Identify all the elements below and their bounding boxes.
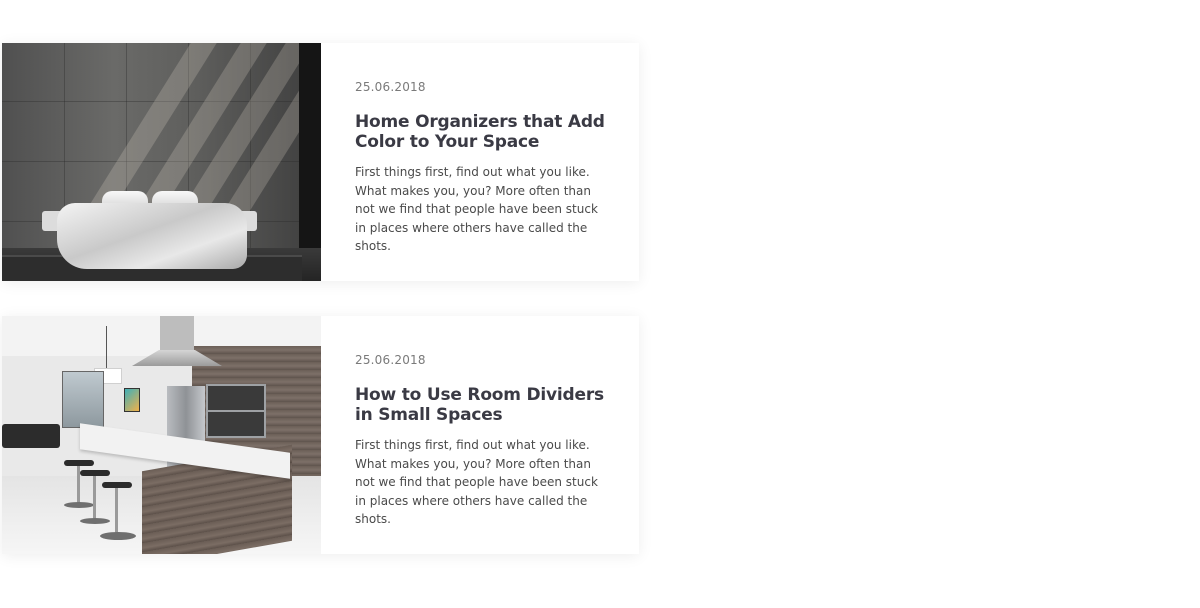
image-hood-pipe — [160, 316, 194, 352]
image-oven — [206, 410, 266, 438]
image-painting — [124, 388, 140, 412]
image-detail — [299, 43, 321, 258]
blog-post-card[interactable]: 25.06.2018 Home Organizers that Add Colo… — [2, 43, 639, 281]
image-window — [62, 371, 104, 428]
image-detail — [93, 476, 96, 520]
image-sofa — [2, 424, 60, 448]
image-detail — [80, 518, 110, 524]
image-detail — [64, 502, 94, 508]
post-excerpt: First things first, find out what you li… — [355, 438, 598, 526]
image-duvet — [57, 203, 247, 269]
image-detail — [115, 488, 118, 534]
post-body: 25.06.2018 Home Organizers that Add Colo… — [321, 43, 615, 281]
post-excerpt: First things first, find out what you li… — [355, 165, 598, 253]
image-detail — [100, 532, 136, 540]
post-title[interactable]: How to Use Room Dividers in Small Spaces — [355, 385, 615, 425]
post-body: 25.06.2018 How to Use Room Dividers in S… — [321, 316, 615, 554]
image-detail — [106, 326, 107, 368]
post-date: 25.06.2018 — [355, 80, 426, 94]
image-oven — [206, 384, 266, 412]
post-image-bedroom[interactable] — [2, 43, 321, 281]
post-title[interactable]: Home Organizers that Add Color to Your S… — [355, 112, 615, 152]
post-date: 25.06.2018 — [355, 353, 426, 367]
blog-post-card[interactable]: 25.06.2018 How to Use Room Dividers in S… — [2, 316, 639, 554]
post-image-kitchen[interactable] — [2, 316, 321, 554]
